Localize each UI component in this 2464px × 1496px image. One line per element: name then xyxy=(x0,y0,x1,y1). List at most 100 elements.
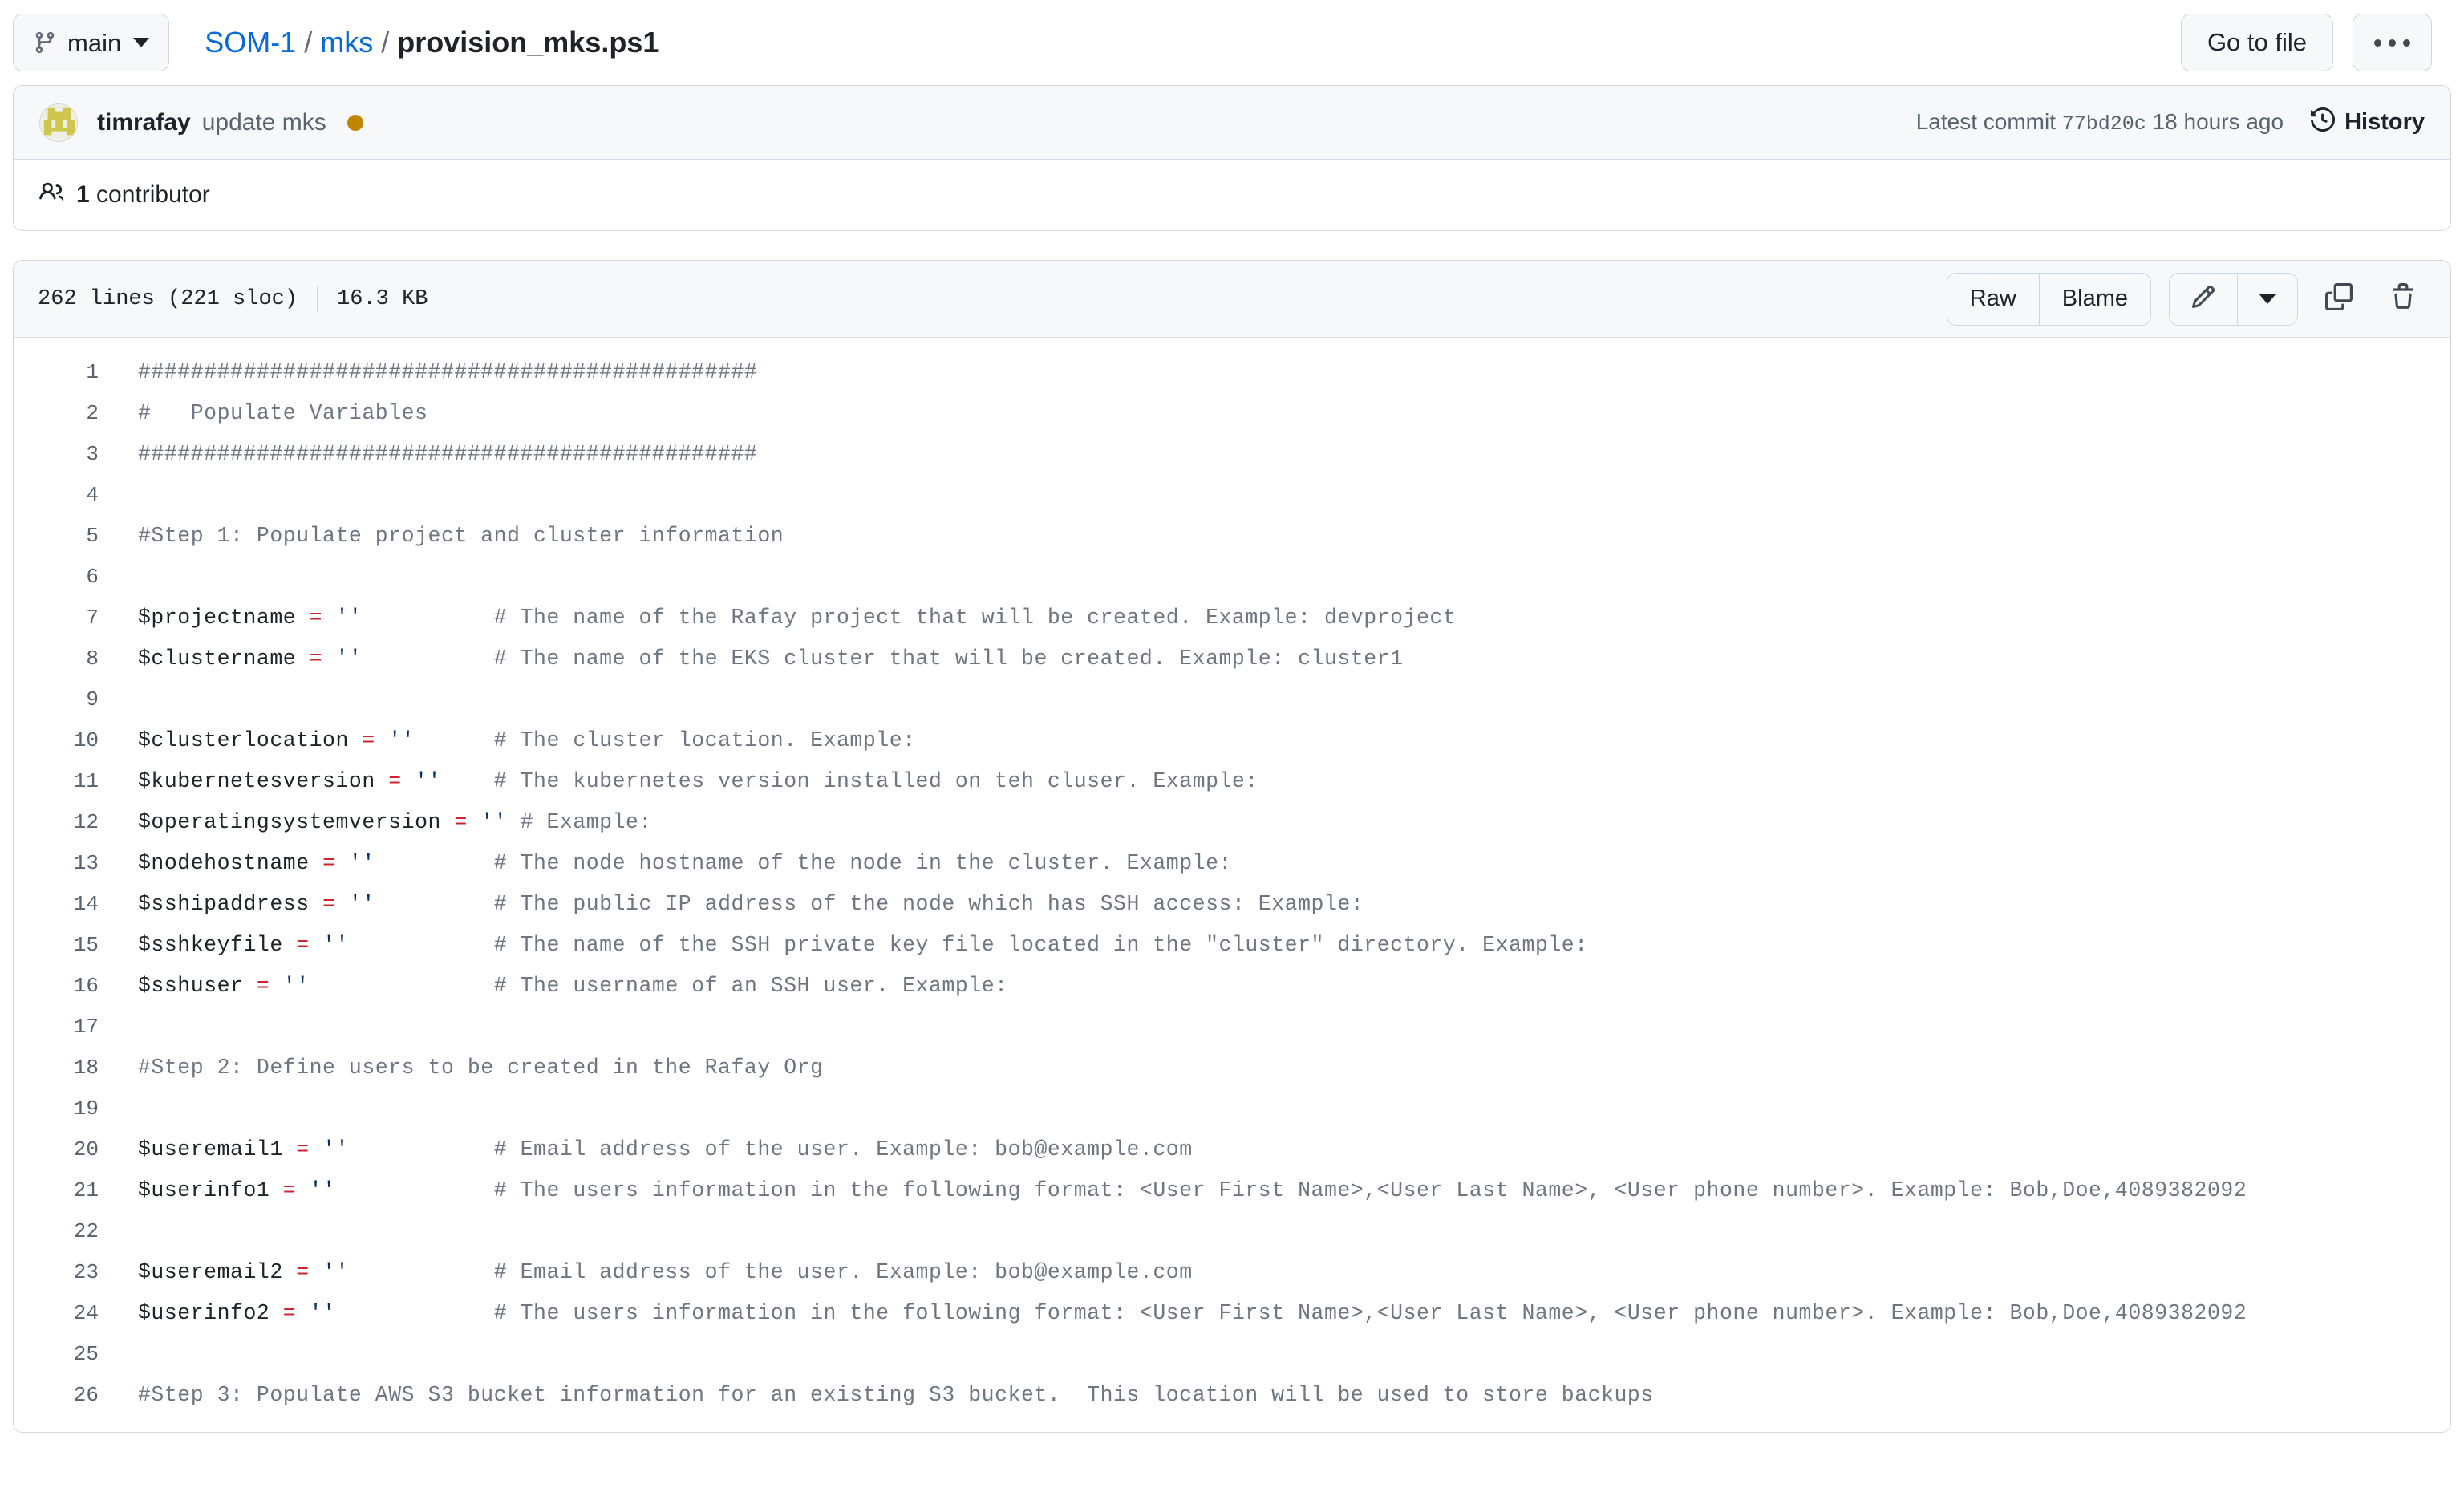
line-content[interactable] xyxy=(99,1089,151,1129)
line-number[interactable]: 10 xyxy=(14,720,99,761)
line-content[interactable]: $userinfo2 = '' # The users information … xyxy=(99,1293,2247,1334)
line-number[interactable]: 22 xyxy=(14,1211,99,1252)
delete-file-button[interactable] xyxy=(2380,283,2426,314)
line-content[interactable]: $useremail1 = '' # Email address of the … xyxy=(99,1129,1193,1170)
breadcrumb-separator: / xyxy=(381,26,390,59)
line-number[interactable]: 1 xyxy=(14,352,99,393)
line-number[interactable]: 8 xyxy=(14,639,99,679)
line-content[interactable] xyxy=(99,1007,151,1048)
line-content[interactable] xyxy=(99,1334,151,1375)
edit-file-button[interactable] xyxy=(2170,273,2237,325)
file-line-count: 262 lines (221 sloc) xyxy=(38,286,298,311)
raw-blame-group: Raw Blame xyxy=(1946,272,2151,326)
line-number[interactable]: 21 xyxy=(14,1170,99,1211)
line-content[interactable]: $sshuser = '' # The username of an SSH u… xyxy=(99,966,1008,1007)
edit-dropdown-button[interactable] xyxy=(2237,273,2297,325)
line-number[interactable]: 9 xyxy=(14,679,99,720)
line-number[interactable]: 20 xyxy=(14,1129,99,1170)
line-number[interactable]: 15 xyxy=(14,925,99,966)
line-content[interactable]: #Step 1: Populate project and cluster in… xyxy=(99,516,784,557)
commit-author-link[interactable]: timrafay xyxy=(97,109,191,136)
line-content[interactable]: $sshkeyfile = '' # The name of the SSH p… xyxy=(99,925,1588,966)
history-link[interactable]: History xyxy=(2311,107,2425,138)
line-content[interactable]: #Step 3: Populate AWS S3 bucket informat… xyxy=(99,1375,1654,1416)
line-content[interactable] xyxy=(99,679,151,720)
header-actions: Go to file xyxy=(2180,14,2432,71)
line-number[interactable]: 16 xyxy=(14,966,99,1007)
line-content[interactable]: $nodehostname = '' # The node hostname o… xyxy=(99,843,1232,884)
token-str: '' xyxy=(270,974,310,998)
token-var: $sshkeyfile xyxy=(138,933,297,957)
line-number[interactable]: 26 xyxy=(14,1375,99,1416)
code-line: 26 #Step 3: Populate AWS S3 bucket inform… xyxy=(14,1375,2450,1416)
avatar[interactable] xyxy=(39,103,78,142)
branch-selector-button[interactable]: main xyxy=(13,14,170,71)
line-number[interactable]: 25 xyxy=(14,1334,99,1375)
token-op: = xyxy=(296,933,310,957)
code-line: 25 xyxy=(14,1334,2450,1375)
line-number[interactable]: 5 xyxy=(14,516,99,557)
blame-button[interactable]: Blame xyxy=(2038,273,2150,325)
token-comment: # The node hostname of the node in the c… xyxy=(493,851,1232,875)
token-str: '' xyxy=(467,810,508,834)
file-toolbar-actions: Raw Blame xyxy=(1946,272,2426,326)
chevron-down-icon xyxy=(133,38,150,47)
token-str: '' xyxy=(335,892,375,916)
raw-button[interactable]: Raw xyxy=(1947,273,2039,325)
line-number[interactable]: 6 xyxy=(14,557,99,598)
code-line: 19 xyxy=(14,1089,2450,1129)
commit-status-dot[interactable] xyxy=(346,114,363,131)
branch-icon xyxy=(33,30,57,55)
token-var: $operatingsystemversion xyxy=(138,810,455,834)
line-number[interactable]: 13 xyxy=(14,843,99,884)
line-content[interactable]: $operatingsystemversion = '' # Example: xyxy=(99,802,652,843)
line-content[interactable] xyxy=(99,1211,151,1252)
line-number[interactable]: 2 xyxy=(14,393,99,434)
token-str: '' xyxy=(401,769,441,793)
line-number[interactable]: 7 xyxy=(14,598,99,639)
line-number[interactable]: 14 xyxy=(14,884,99,925)
line-content[interactable]: # Populate Variables xyxy=(99,393,428,434)
go-to-file-button[interactable]: Go to file xyxy=(2180,14,2333,71)
copy-raw-content-button[interactable] xyxy=(2316,283,2362,314)
line-number[interactable]: 19 xyxy=(14,1089,99,1129)
line-content[interactable]: $clustername = '' # The name of the EKS … xyxy=(99,639,1404,679)
token-comment: #Step 3: Populate AWS S3 bucket informat… xyxy=(138,1383,1654,1407)
line-content[interactable]: $useremail2 = '' # Email address of the … xyxy=(99,1252,1193,1293)
contributors-link[interactable]: 1 contributor xyxy=(39,180,210,210)
line-number[interactable]: 11 xyxy=(14,761,99,802)
line-number[interactable]: 18 xyxy=(14,1048,99,1089)
commit-sha[interactable]: 77bd20c xyxy=(2062,112,2146,136)
breadcrumb-folder-link[interactable]: mks xyxy=(320,28,373,57)
line-content[interactable]: $clusterlocation = '' # The cluster loca… xyxy=(99,720,916,761)
commit-message-link[interactable]: update mks xyxy=(202,109,326,136)
line-number[interactable]: 23 xyxy=(14,1252,99,1293)
line-content[interactable]: ########################################… xyxy=(99,434,757,475)
line-number[interactable]: 24 xyxy=(14,1293,99,1334)
line-content[interactable]: $userinfo1 = '' # The users information … xyxy=(99,1170,2247,1211)
line-content[interactable]: $kubernetesversion = '' # The kubernetes… xyxy=(99,761,1258,802)
line-content[interactable]: $sshipaddress = '' # The public IP addre… xyxy=(99,884,1364,925)
chevron-down-icon xyxy=(2259,294,2276,304)
file-content-card: 262 lines (221 sloc) 16.3 KB Raw Blame 1… xyxy=(13,260,2451,1433)
token-comment: # The public IP address of the node whic… xyxy=(493,892,1364,916)
line-content[interactable] xyxy=(99,557,151,598)
breadcrumb-repo-link[interactable]: SOM-1 xyxy=(205,28,296,57)
token-op: = xyxy=(282,1301,297,1325)
line-content[interactable]: ########################################… xyxy=(99,352,757,393)
code-viewer: 1 #######################################… xyxy=(14,338,2450,1432)
line-number[interactable]: 17 xyxy=(14,1007,99,1048)
more-options-button[interactable] xyxy=(2353,14,2432,71)
code-line: 7 $projectname = '' # The name of the Raf… xyxy=(14,598,2450,639)
token-op: = xyxy=(309,606,323,630)
line-content[interactable] xyxy=(99,475,151,516)
line-content[interactable]: $projectname = '' # The name of the Rafa… xyxy=(99,598,1456,639)
line-content[interactable]: #Step 2: Define users to be created in t… xyxy=(99,1048,824,1089)
line-number[interactable]: 3 xyxy=(14,434,99,475)
line-number[interactable]: 4 xyxy=(14,475,99,516)
line-number[interactable]: 12 xyxy=(14,802,99,843)
code-line: 24 $userinfo2 = '' # The users informatio… xyxy=(14,1293,2450,1334)
